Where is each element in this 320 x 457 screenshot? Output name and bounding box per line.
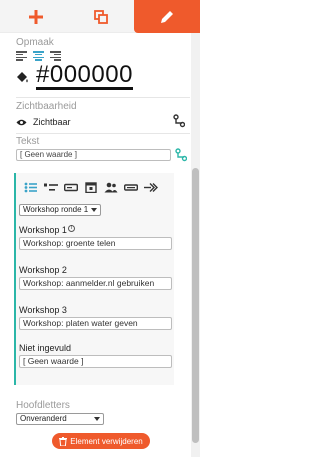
niet-ingevuld-label: Niet ingevuld xyxy=(19,343,72,353)
visibility-value: Zichtbaar xyxy=(33,117,71,127)
workshop-1-field[interactable]: Workshop: groente telen xyxy=(19,237,172,250)
info-icon[interactable]: i xyxy=(67,225,75,232)
chevron-down-icon xyxy=(94,417,100,421)
condition-teal-icon[interactable] xyxy=(175,148,187,162)
trash-icon xyxy=(59,436,68,446)
input-icon[interactable] xyxy=(64,182,78,193)
align-left-icon[interactable] xyxy=(16,51,27,61)
scrollbar-thumb[interactable] xyxy=(192,168,199,443)
field-type-toolbar xyxy=(24,182,158,193)
list-icon[interactable] xyxy=(24,182,38,193)
users-icon[interactable] xyxy=(104,182,118,193)
hoofdletters-value: Onveranderd xyxy=(20,414,67,423)
workshop-2-field[interactable]: Workshop: aanmelder.nl gebruiken xyxy=(19,277,172,290)
tekst-field[interactable]: [ Geen waarde ] xyxy=(16,149,171,161)
hoofdletters-select[interactable]: Onveranderd xyxy=(16,413,104,425)
workshop-3-label: Workshop 3 xyxy=(19,305,67,315)
delete-button-label: Element verwijderen xyxy=(70,436,143,446)
text-color-picker[interactable]: #000000 xyxy=(16,61,133,90)
eye-icon xyxy=(16,119,27,125)
add-tab[interactable] xyxy=(7,0,65,33)
visibility-toggle[interactable]: Zichtbaar xyxy=(16,117,71,127)
plus-icon xyxy=(29,9,43,24)
copy-icon xyxy=(94,9,108,24)
chevron-down-icon xyxy=(91,208,97,212)
color-value: #000000 xyxy=(36,61,133,90)
tekst-label: Tekst xyxy=(16,136,40,147)
text-align-group xyxy=(16,51,61,61)
workshop-2-label: Workshop 2 xyxy=(19,265,67,275)
workshop-3-field[interactable]: Workshop: platen water geven xyxy=(19,317,172,330)
workshop-round-value: Workshop ronde 1 xyxy=(23,205,89,214)
divider xyxy=(16,133,190,134)
align-center-icon[interactable] xyxy=(33,51,44,61)
calendar-icon[interactable] xyxy=(84,182,98,193)
delete-element-button[interactable]: Element verwijderen xyxy=(52,433,150,449)
paint-bucket-icon xyxy=(17,71,28,82)
condition-dark-icon[interactable] xyxy=(173,114,185,128)
workshop-1-label: Workshop 1i xyxy=(19,225,75,235)
niet-ingevuld-field[interactable]: [ Geen waarde ] xyxy=(19,355,172,368)
minus-field-icon[interactable] xyxy=(124,182,138,193)
arrows-right-icon[interactable] xyxy=(144,182,158,193)
pencil-icon xyxy=(161,10,173,23)
workshop-1-label-text: Workshop 1 xyxy=(19,225,67,235)
opmaak-label: Opmaak xyxy=(16,37,54,48)
divider xyxy=(16,97,190,98)
panel-scrollbar[interactable] xyxy=(191,33,200,457)
top-toolbar xyxy=(0,0,200,33)
zichtbaarheid-label: Zichtbaarheid xyxy=(16,101,77,112)
list-minus-icon[interactable] xyxy=(44,182,58,193)
copy-tab[interactable] xyxy=(72,0,130,33)
workshop-options-card: Workshop ronde 1 Workshop 1i Workshop: g… xyxy=(14,173,174,385)
edit-tab[interactable] xyxy=(134,0,200,33)
workshop-round-select[interactable]: Workshop ronde 1 xyxy=(19,204,101,216)
hoofdletters-label: Hoofdletters xyxy=(16,400,70,411)
align-right-icon[interactable] xyxy=(50,51,61,61)
